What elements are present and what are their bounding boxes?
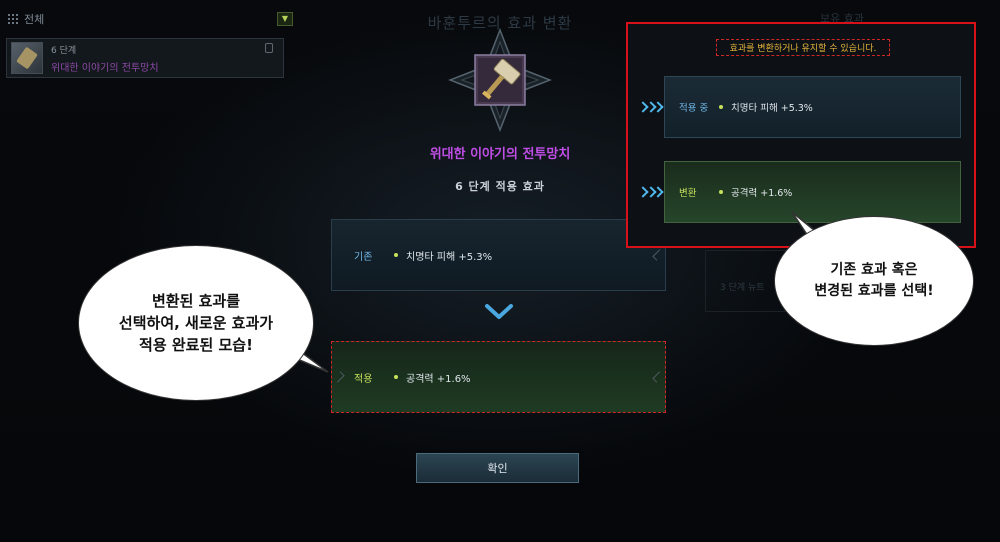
chevron-right-icon [333, 371, 345, 383]
triple-chevron-right-icon [639, 186, 661, 198]
current-effect-text: 치명타 피해 +5.3% [406, 251, 493, 263]
list-header: 전체 ▼ [8, 8, 293, 30]
popup-message: 효과를 변환하거나 유지할 수 있습니다. [716, 39, 890, 56]
chevron-left-icon [652, 371, 664, 383]
item-emblem-icon [448, 28, 552, 132]
applied-effect-tag: 적용 [354, 373, 373, 385]
annotation-right-line1: 기존 효과 혹은 [830, 262, 918, 278]
annotation-left-line1: 변환된 효과를 [151, 292, 241, 310]
annotation-left-line2: 선택하여, 새로운 효과가 [118, 314, 274, 332]
warhammer-icon [11, 42, 43, 74]
chevron-down-icon [485, 304, 513, 319]
list-item[interactable]: 6 단계 위대한 이야기의 전투망치 [6, 38, 284, 78]
grid-icon [8, 14, 18, 24]
lock-icon[interactable] [265, 43, 273, 53]
current-effect-tag: 기존 [354, 251, 373, 263]
popup-changed-effect: 공격력 +1.6% [731, 188, 793, 199]
list-header-label: 전체 [24, 13, 45, 26]
bullet-icon [394, 375, 398, 379]
bullet-icon [719, 105, 723, 109]
right-panel-entry-text: 3 단계 뉴트 [720, 283, 765, 293]
triple-chevron-right-icon [639, 101, 661, 113]
item-name: 위대한 이야기의 전투망치 [51, 62, 159, 74]
stage-effect-label: 6 단계 적용 효과 [455, 180, 545, 193]
current-effect-option[interactable]: 기존 치명타 피해 +5.3% [331, 219, 666, 291]
annotation-bubble-left: 변환된 효과를 선택하여, 새로운 효과가 적용 완료된 모습! [78, 245, 314, 401]
annotation-bubble-right: 기존 효과 혹은 변경된 효과를 선택! [774, 216, 974, 346]
annotation-right-line2: 변경된 효과를 선택! [814, 283, 934, 299]
annotation-left-line3: 적용 완료된 모습! [139, 336, 253, 354]
popup-current-effect: 치명타 피해 +5.3% [731, 103, 813, 114]
popup-current-tag: 적용 중 [679, 103, 709, 114]
applied-effect-text: 공격력 +1.6% [406, 373, 471, 385]
item-level: 6 단계 [51, 45, 77, 56]
popup-changed-tag: 변환 [679, 188, 697, 199]
filter-dropdown-button[interactable]: ▼ [277, 12, 293, 26]
dialog-item-name: 위대한 이야기의 전투망치 [429, 147, 571, 162]
popup-current-option[interactable]: 적용 중 치명타 피해 +5.3% [664, 76, 961, 138]
confirm-button[interactable]: 확인 [416, 453, 579, 483]
applied-effect-option[interactable]: 적용 공격력 +1.6% [331, 341, 666, 413]
bullet-icon [719, 190, 723, 194]
chevron-left-icon [652, 249, 664, 261]
bullet-icon [394, 253, 398, 257]
